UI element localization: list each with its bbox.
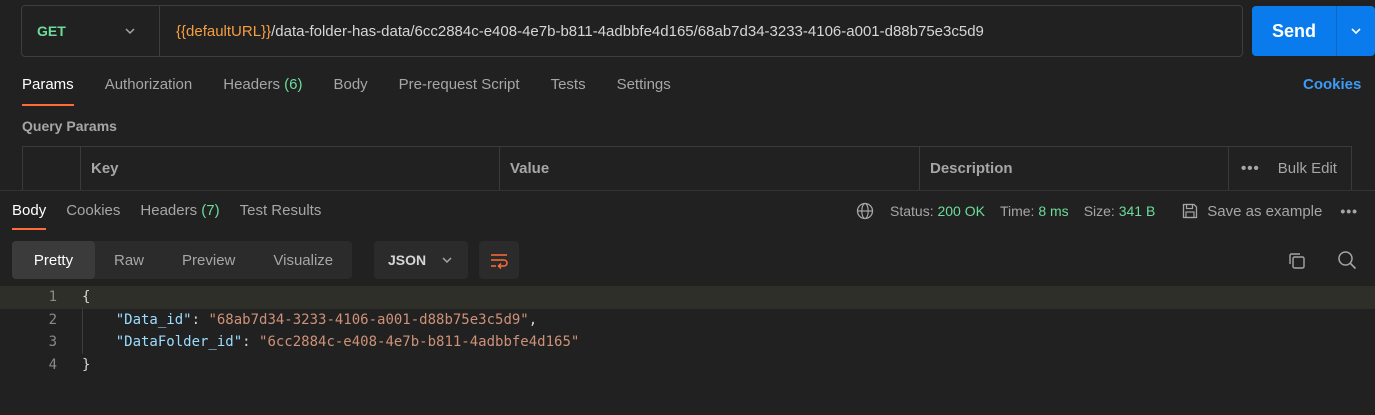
json-value: "68ab7d34-3233-4106-a001-d88b75e3c5d9" [208, 311, 529, 328]
url-variable: {{defaultURL}} [176, 22, 272, 40]
url-bar: GET {{defaultURL}}/data-folder-has-data/… [21, 5, 1243, 57]
more-options-icon[interactable]: ••• [1340, 203, 1358, 219]
view-mode-switch: Pretty Raw Preview Visualize [12, 241, 353, 279]
copy-icon[interactable] [1287, 251, 1307, 271]
request-tabs: Params Authorization Headers (6) Body Pr… [22, 76, 702, 106]
bulk-edit-button[interactable]: Bulk Edit [1278, 160, 1337, 177]
view-raw[interactable]: Raw [95, 241, 163, 279]
tab-authorization[interactable]: Authorization [105, 76, 193, 106]
tab-response-cookies[interactable]: Cookies [66, 202, 120, 230]
line-number: 3 [48, 334, 57, 351]
send-button[interactable]: Send [1252, 6, 1375, 56]
open-brace: { [82, 289, 91, 306]
select-column [23, 147, 81, 190]
search-icon[interactable] [1337, 250, 1357, 270]
more-options-icon[interactable]: ••• [1241, 160, 1260, 177]
json-key: "DataFolder_id" [115, 334, 243, 351]
view-visualize[interactable]: Visualize [254, 241, 352, 279]
json-key: "Data_id" [115, 311, 192, 328]
response-body-editor[interactable]: 1 { 2 "Data_id": "68ab7d34-3233-4106-a00… [0, 286, 1375, 415]
view-preview[interactable]: Preview [163, 241, 254, 279]
query-params-title: Query Params [22, 118, 117, 134]
size-label: Size: [1083, 203, 1115, 219]
response-meta: Status: 200 OK Time: 8 ms Size: 341 B Sa… [856, 202, 1358, 220]
save-icon [1183, 203, 1198, 219]
description-column-header: Description [920, 147, 1229, 190]
code-line: 2 "Data_id": "68ab7d34-3233-4106-a001-d8… [0, 309, 1375, 332]
view-pretty[interactable]: Pretty [12, 241, 95, 279]
time-label: Time: [999, 203, 1035, 219]
line-number: 2 [48, 311, 57, 328]
status-label: Status: [890, 203, 934, 219]
cookies-link[interactable]: Cookies [1303, 76, 1361, 93]
chevron-down-icon [125, 28, 135, 35]
code-line: 4 } [0, 354, 1375, 377]
chevron-down-icon [442, 257, 452, 264]
method-label: GET [37, 23, 66, 39]
code-line: 1 { [0, 286, 1375, 309]
tab-response-headers[interactable]: Headers (7) [140, 202, 219, 230]
tab-params[interactable]: Params [22, 76, 74, 106]
wrap-lines-button[interactable] [479, 241, 519, 279]
bulk-edit-cell: ••• Bulk Edit [1229, 147, 1351, 190]
value-column-header: Value [500, 147, 920, 190]
time-value[interactable]: 8 ms [1038, 203, 1068, 219]
headers-count: (6) [284, 76, 303, 93]
response-headers-count: (7) [201, 202, 220, 219]
tab-response-body[interactable]: Body [12, 202, 47, 230]
tab-test-results[interactable]: Test Results [240, 202, 322, 230]
chevron-down-icon [1351, 28, 1361, 35]
format-select[interactable]: JSON [374, 241, 468, 279]
tab-pre-request-script[interactable]: Pre-request Script [399, 76, 520, 106]
url-input[interactable]: {{defaultURL}}/data-folder-has-data/6cc2… [160, 23, 984, 40]
response-tabs: Body Cookies Headers (7) Test Results [12, 202, 341, 230]
line-number: 4 [48, 356, 57, 373]
response-divider[interactable] [0, 190, 1375, 191]
size-value[interactable]: 341 B [1119, 203, 1156, 219]
send-label: Send [1271, 20, 1316, 41]
indent-guide [82, 308, 83, 354]
save-as-example-button[interactable]: Save as example [1181, 202, 1322, 220]
tab-headers[interactable]: Headers (6) [223, 76, 302, 106]
line-number: 1 [48, 289, 57, 306]
code-line: 3 "DataFolder_id": "6cc2884c-e408-4e7b-b… [0, 331, 1375, 354]
key-column-header: Key [81, 147, 500, 190]
tab-settings[interactable]: Settings [617, 76, 671, 106]
send-options-button[interactable] [1337, 24, 1375, 38]
wrap-lines-icon [491, 254, 508, 269]
close-brace: } [82, 356, 91, 373]
format-label: JSON [388, 252, 427, 268]
globe-icon[interactable] [856, 202, 874, 220]
url-path: /data-folder-has-data/6cc2884c-e408-4e7b… [271, 22, 984, 40]
status-value[interactable]: 200 OK [937, 203, 984, 219]
method-select[interactable]: GET [22, 6, 160, 56]
tab-tests[interactable]: Tests [551, 76, 586, 106]
tab-body[interactable]: Body [333, 76, 367, 106]
query-params-table-header: Key Value Description ••• Bulk Edit [22, 146, 1352, 190]
json-value: "6cc2884c-e408-4e7b-b811-4adbbfe4d165" [259, 334, 580, 351]
